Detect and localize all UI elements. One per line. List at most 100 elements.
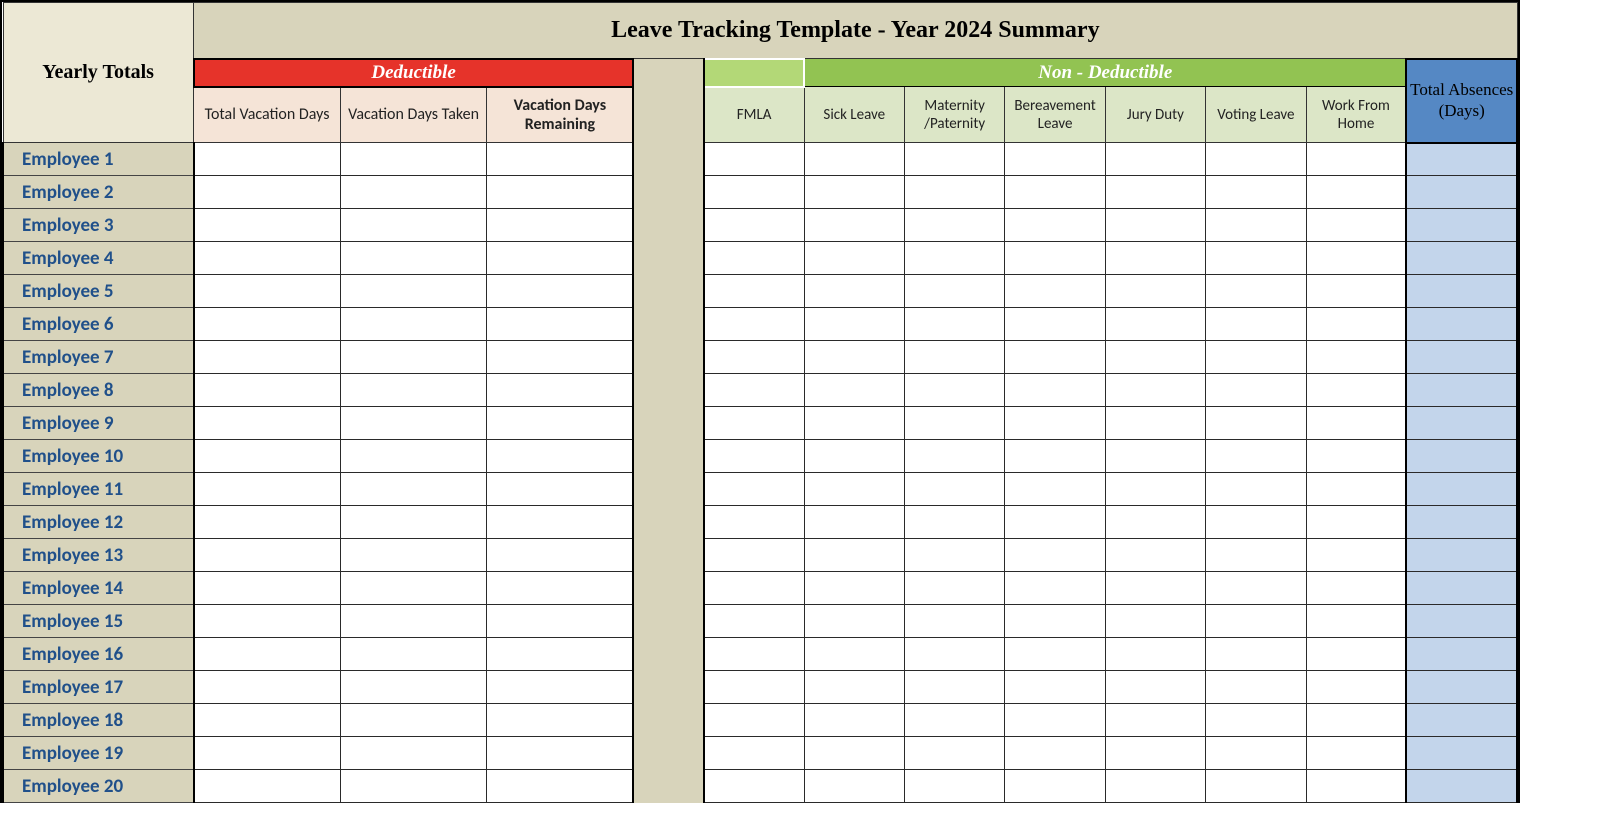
cell-total-absences[interactable] xyxy=(1406,473,1517,506)
cell-nondeductible[interactable] xyxy=(1105,770,1205,803)
cell-deductible[interactable] xyxy=(340,374,487,407)
cell-deductible[interactable] xyxy=(194,308,341,341)
cell-nondeductible[interactable] xyxy=(704,440,804,473)
cell-nondeductible[interactable] xyxy=(804,605,904,638)
cell-nondeductible[interactable] xyxy=(1306,473,1406,506)
cell-deductible[interactable] xyxy=(487,572,634,605)
cell-nondeductible[interactable] xyxy=(1306,605,1406,638)
cell-nondeductible[interactable] xyxy=(804,143,904,176)
cell-nondeductible[interactable] xyxy=(704,209,804,242)
cell-total-absences[interactable] xyxy=(1406,308,1517,341)
cell-nondeductible[interactable] xyxy=(1306,506,1406,539)
cell-nondeductible[interactable] xyxy=(1105,176,1205,209)
cell-nondeductible[interactable] xyxy=(804,242,904,275)
cell-nondeductible[interactable] xyxy=(1005,209,1105,242)
cell-nondeductible[interactable] xyxy=(1306,770,1406,803)
cell-deductible[interactable] xyxy=(194,374,341,407)
cell-total-absences[interactable] xyxy=(1406,275,1517,308)
cell-nondeductible[interactable] xyxy=(804,209,904,242)
cell-deductible[interactable] xyxy=(194,143,341,176)
cell-deductible[interactable] xyxy=(194,242,341,275)
cell-deductible[interactable] xyxy=(340,605,487,638)
cell-nondeductible[interactable] xyxy=(804,440,904,473)
cell-nondeductible[interactable] xyxy=(804,638,904,671)
cell-deductible[interactable] xyxy=(340,473,487,506)
cell-deductible[interactable] xyxy=(194,638,341,671)
cell-nondeductible[interactable] xyxy=(904,176,1004,209)
cell-deductible[interactable] xyxy=(487,440,634,473)
cell-nondeductible[interactable] xyxy=(704,539,804,572)
cell-nondeductible[interactable] xyxy=(904,440,1004,473)
cell-total-absences[interactable] xyxy=(1406,242,1517,275)
cell-nondeductible[interactable] xyxy=(1206,209,1306,242)
cell-deductible[interactable] xyxy=(487,308,634,341)
cell-deductible[interactable] xyxy=(487,209,634,242)
cell-nondeductible[interactable] xyxy=(904,539,1004,572)
cell-nondeductible[interactable] xyxy=(904,572,1004,605)
cell-nondeductible[interactable] xyxy=(1206,539,1306,572)
cell-nondeductible[interactable] xyxy=(1105,638,1205,671)
cell-nondeductible[interactable] xyxy=(1206,506,1306,539)
cell-deductible[interactable] xyxy=(194,275,341,308)
cell-nondeductible[interactable] xyxy=(1005,770,1105,803)
cell-deductible[interactable] xyxy=(194,737,341,770)
cell-deductible[interactable] xyxy=(194,407,341,440)
cell-nondeductible[interactable] xyxy=(704,770,804,803)
cell-deductible[interactable] xyxy=(487,506,634,539)
cell-nondeductible[interactable] xyxy=(1105,440,1205,473)
cell-deductible[interactable] xyxy=(340,572,487,605)
cell-nondeductible[interactable] xyxy=(804,539,904,572)
cell-nondeductible[interactable] xyxy=(904,143,1004,176)
cell-deductible[interactable] xyxy=(194,341,341,374)
cell-nondeductible[interactable] xyxy=(704,671,804,704)
cell-nondeductible[interactable] xyxy=(1206,143,1306,176)
cell-total-absences[interactable] xyxy=(1406,572,1517,605)
cell-deductible[interactable] xyxy=(194,473,341,506)
cell-nondeductible[interactable] xyxy=(1306,176,1406,209)
cell-nondeductible[interactable] xyxy=(1306,242,1406,275)
cell-nondeductible[interactable] xyxy=(804,506,904,539)
cell-nondeductible[interactable] xyxy=(1005,242,1105,275)
cell-nondeductible[interactable] xyxy=(1306,737,1406,770)
cell-deductible[interactable] xyxy=(487,374,634,407)
cell-nondeductible[interactable] xyxy=(1206,671,1306,704)
cell-deductible[interactable] xyxy=(487,473,634,506)
cell-nondeductible[interactable] xyxy=(804,671,904,704)
cell-deductible[interactable] xyxy=(487,638,634,671)
cell-nondeductible[interactable] xyxy=(904,374,1004,407)
cell-nondeductible[interactable] xyxy=(704,704,804,737)
cell-nondeductible[interactable] xyxy=(804,770,904,803)
cell-nondeductible[interactable] xyxy=(1105,671,1205,704)
cell-nondeductible[interactable] xyxy=(1206,473,1306,506)
cell-deductible[interactable] xyxy=(340,209,487,242)
cell-nondeductible[interactable] xyxy=(1105,473,1205,506)
cell-deductible[interactable] xyxy=(487,770,634,803)
cell-nondeductible[interactable] xyxy=(704,638,804,671)
cell-nondeductible[interactable] xyxy=(904,506,1004,539)
cell-nondeductible[interactable] xyxy=(1206,374,1306,407)
cell-total-absences[interactable] xyxy=(1406,506,1517,539)
cell-nondeductible[interactable] xyxy=(904,308,1004,341)
cell-deductible[interactable] xyxy=(194,506,341,539)
cell-nondeductible[interactable] xyxy=(1005,407,1105,440)
cell-nondeductible[interactable] xyxy=(1206,704,1306,737)
cell-total-absences[interactable] xyxy=(1406,770,1517,803)
cell-nondeductible[interactable] xyxy=(1306,308,1406,341)
cell-deductible[interactable] xyxy=(340,440,487,473)
cell-deductible[interactable] xyxy=(340,737,487,770)
cell-deductible[interactable] xyxy=(340,770,487,803)
cell-deductible[interactable] xyxy=(487,176,634,209)
cell-deductible[interactable] xyxy=(487,605,634,638)
cell-nondeductible[interactable] xyxy=(1105,572,1205,605)
cell-nondeductible[interactable] xyxy=(1306,407,1406,440)
cell-nondeductible[interactable] xyxy=(704,308,804,341)
cell-nondeductible[interactable] xyxy=(1105,341,1205,374)
cell-nondeductible[interactable] xyxy=(1105,308,1205,341)
cell-nondeductible[interactable] xyxy=(1306,638,1406,671)
cell-total-absences[interactable] xyxy=(1406,341,1517,374)
cell-nondeductible[interactable] xyxy=(1306,704,1406,737)
cell-deductible[interactable] xyxy=(487,539,634,572)
cell-nondeductible[interactable] xyxy=(1105,374,1205,407)
cell-nondeductible[interactable] xyxy=(1005,572,1105,605)
cell-nondeductible[interactable] xyxy=(1105,407,1205,440)
